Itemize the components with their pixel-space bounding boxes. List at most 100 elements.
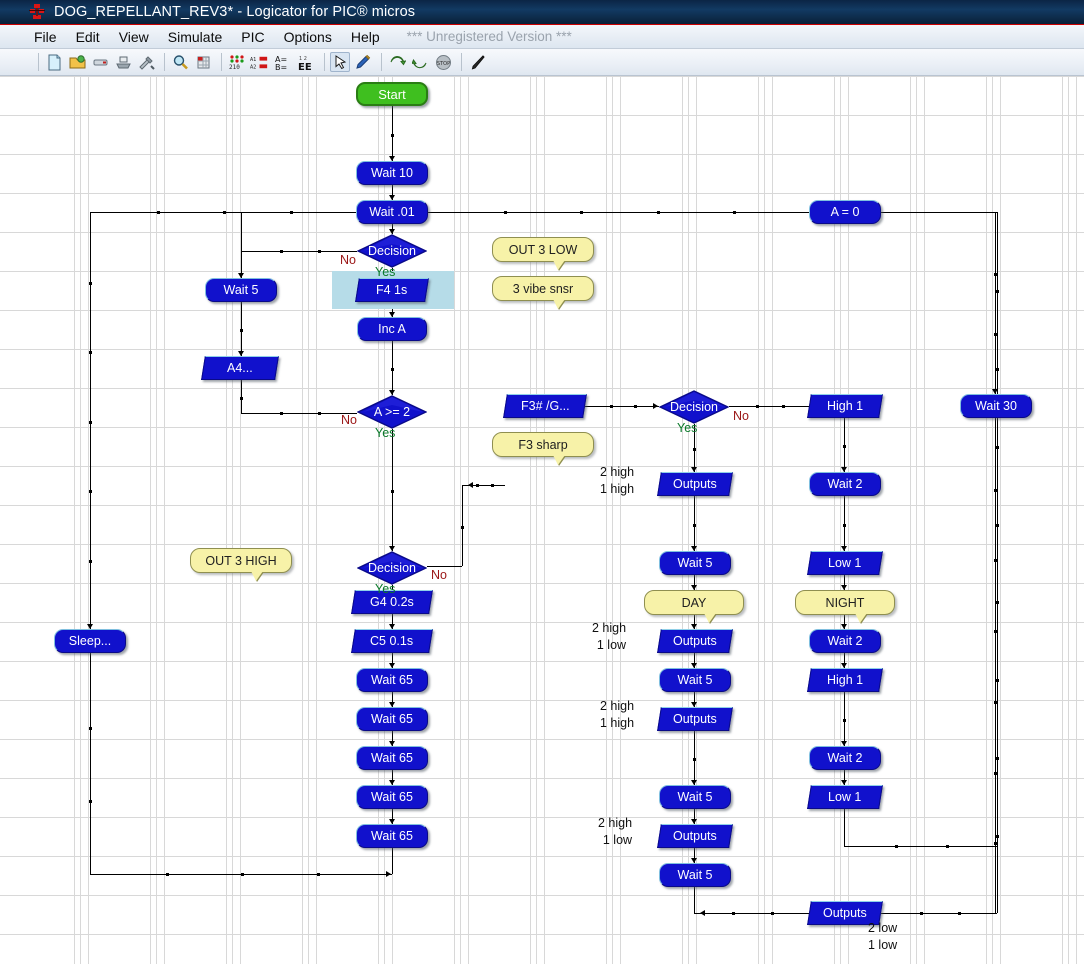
zoom-icon[interactable] — [170, 52, 190, 72]
flowchart-block-low1_a[interactable]: Low 1 — [807, 551, 883, 575]
flowchart-block-a4[interactable]: A4... — [201, 356, 279, 380]
output-annotation-line1: 2 high — [598, 816, 633, 830]
menu-pic[interactable]: PIC — [241, 29, 264, 45]
flowchart-block-label: Wait 65 — [371, 751, 413, 765]
flowchart-block-label: Outputs — [673, 829, 717, 843]
flowchart-block-label: F4 1s — [376, 283, 408, 297]
flowchart-block-wait30[interactable]: Wait 30 — [960, 394, 1032, 418]
flowchart-canvas[interactable]: Start Wait 10 Wait .01 Decision F4 1s Inc A Wa… — [0, 76, 1084, 964]
ab-icon[interactable]: A= B= — [273, 52, 293, 72]
flowchart-block-out1[interactable]: Outputs — [657, 472, 733, 496]
probe-icon[interactable] — [467, 52, 487, 72]
download-icon[interactable] — [387, 52, 407, 72]
flowchart-block-wait5_e[interactable]: Wait 5 — [659, 863, 731, 887]
flowchart-block-label: Wait 2 — [827, 751, 863, 765]
toolbar-separator — [461, 53, 462, 71]
svg-text:B=: B= — [275, 63, 287, 71]
flowchart-block-label: Wait 65 — [371, 712, 413, 726]
flowchart-block-out3[interactable]: Outputs — [657, 707, 733, 731]
flowchart-block-wait01[interactable]: Wait .01 — [356, 200, 428, 224]
menu-edit[interactable]: Edit — [76, 29, 100, 45]
callout-label: NIGHT — [825, 595, 865, 610]
flowchart-block-wait2_c[interactable]: Wait 2 — [809, 746, 881, 770]
flowchart-block-f3sharp[interactable]: F3# /G... — [503, 394, 587, 418]
callout-tail — [553, 455, 565, 465]
flowchart-block-sleep[interactable]: Sleep... — [54, 629, 126, 653]
grid-icon[interactable] — [193, 52, 213, 72]
flowchart-block-wait5_a[interactable]: Wait 5 — [205, 278, 277, 302]
pointer-icon[interactable] — [330, 52, 350, 72]
callout-tail — [553, 260, 565, 270]
pencil-icon[interactable] — [353, 52, 373, 72]
callout-tail — [251, 571, 263, 581]
flowchart-block-dec1[interactable]: Decision — [357, 234, 427, 268]
flowchart-block-wait65_d[interactable]: Wait 65 — [356, 785, 428, 809]
flowchart-block-f4_1s[interactable]: F4 1s — [355, 278, 429, 302]
flowchart-callout-c_f3sharp[interactable]: F3 sharp — [492, 432, 594, 465]
flowchart-block-c5[interactable]: C5 0.1s — [351, 629, 433, 653]
output-annotation-lbl_out5: 2 low 1 low — [868, 920, 897, 954]
flowchart-block-label: Wait 2 — [827, 477, 863, 491]
flowchart-callout-c_vibe[interactable]: 3 vibe snsr — [492, 276, 594, 309]
flowchart-block-wait2_a[interactable]: Wait 2 — [809, 472, 881, 496]
flowchart-block-out2[interactable]: Outputs — [657, 629, 733, 653]
flowchart-block-incA[interactable]: Inc A — [357, 317, 427, 341]
flowchart-block-label: Wait 65 — [371, 790, 413, 804]
analog-icon[interactable]: A1 A2 — [250, 52, 270, 72]
flowchart-block-wait5_b[interactable]: Wait 5 — [659, 551, 731, 575]
flowchart-block-out4[interactable]: Outputs — [657, 824, 733, 848]
flowchart-block-label: Outputs — [673, 477, 717, 491]
edge-label-dec1_yes: Yes — [375, 265, 396, 279]
flowchart-callout-c_out3high[interactable]: OUT 3 HIGH — [190, 548, 292, 581]
flowchart-block-label: High 1 — [826, 673, 864, 687]
flowchart-block-a0[interactable]: A = 0 — [809, 200, 881, 224]
menu-help[interactable]: Help — [351, 29, 380, 45]
flowchart-block-wait5_c[interactable]: Wait 5 — [659, 668, 731, 692]
tools-icon[interactable] — [136, 52, 156, 72]
flowchart-block-label: Decision — [368, 244, 416, 258]
window-title: DOG_REPELLANT_REV3* - Logicator for PIC®… — [54, 4, 416, 20]
flowchart-block-wait65_c[interactable]: Wait 65 — [356, 746, 428, 770]
flowchart-block-label: G4 0.2s — [370, 595, 414, 609]
print-icon[interactable] — [113, 52, 133, 72]
toolbar-separator — [221, 53, 222, 71]
flowchart-block-high1_b[interactable]: High 1 — [807, 668, 883, 692]
flowchart-block-wait10[interactable]: Wait 10 — [356, 161, 428, 185]
flowchart-callout-c_out3low[interactable]: OUT 3 LOW — [492, 237, 594, 270]
flowchart-block-label: A4... — [227, 361, 253, 375]
flowchart-block-label: Wait 65 — [371, 829, 413, 843]
output-annotation-line1: 2 high — [600, 699, 635, 713]
menu-options[interactable]: Options — [284, 29, 332, 45]
stop-icon[interactable]: STOP — [433, 52, 453, 72]
flowchart-block-start[interactable]: Start — [356, 82, 428, 106]
flowchart-block-wait2_b[interactable]: Wait 2 — [809, 629, 881, 653]
flowchart-block-label: Outputs — [823, 906, 867, 920]
flowchart-block-high1_a[interactable]: High 1 — [807, 394, 883, 418]
flowchart-block-wait65_e[interactable]: Wait 65 — [356, 824, 428, 848]
flowchart-block-low1_b[interactable]: Low 1 — [807, 785, 883, 809]
open-folder-icon[interactable] — [67, 52, 87, 72]
flowchart-block-wait65_a[interactable]: Wait 65 — [356, 668, 428, 692]
new-file-icon[interactable] — [44, 52, 64, 72]
save-icon[interactable] — [90, 52, 110, 72]
flowchart-block-label: Wait 5 — [677, 556, 713, 570]
menu-simulate[interactable]: Simulate — [168, 29, 222, 45]
flowchart-block-dec2[interactable]: Decision — [659, 390, 729, 424]
flowchart-block-dec3[interactable]: Decision — [357, 551, 427, 585]
flowchart-block-decA2[interactable]: A >= 2 — [357, 395, 427, 429]
flowchart-block-wait5_d[interactable]: Wait 5 — [659, 785, 731, 809]
flowchart-block-wait65_b[interactable]: Wait 65 — [356, 707, 428, 731]
toolbar-separator — [38, 53, 39, 71]
menu-view[interactable]: View — [119, 29, 149, 45]
menu-file[interactable]: File — [34, 29, 57, 45]
callout-label: F3 sharp — [518, 437, 568, 452]
refresh-icon[interactable] — [410, 52, 430, 72]
ee-icon[interactable]: 1 2 EE — [296, 52, 316, 72]
binary-icon[interactable]: 210 — [227, 52, 247, 72]
flowchart-callout-c_day[interactable]: DAY — [644, 590, 744, 623]
callout-label: 3 vibe snsr — [512, 281, 574, 296]
flowchart-block-label: Wait 2 — [827, 634, 863, 648]
flowchart-block-label: High 1 — [826, 399, 864, 413]
output-annotation-line2: 1 low — [868, 938, 898, 952]
flowchart-callout-c_night[interactable]: NIGHT — [795, 590, 895, 623]
